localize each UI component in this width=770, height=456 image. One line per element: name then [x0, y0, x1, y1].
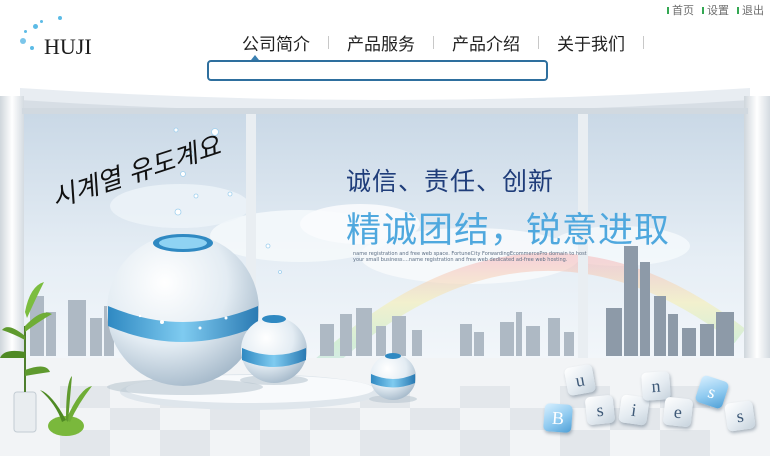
letter-cube: u [563, 363, 597, 397]
top-links: 首页 设置 退出 [667, 2, 764, 18]
logout-link-label: 退出 [742, 4, 764, 17]
slogan-primary: 诚信、责任、创新 [346, 167, 555, 196]
nav-divider [538, 36, 539, 49]
slogan-secondary: 精诚团结，锐意进取 [346, 211, 671, 251]
nav-item-products[interactable]: 产品介绍 [440, 30, 532, 55]
search-input[interactable] [207, 60, 548, 81]
letter-cube: s [724, 400, 756, 432]
nav-item-services[interactable]: 产品服务 [335, 30, 427, 55]
link-dot-icon [702, 6, 704, 14]
letter-cube: B [543, 403, 573, 433]
hero-description: name registration and free web space. Fo… [353, 251, 587, 263]
nav-divider [433, 36, 434, 49]
letter-cube: n [641, 371, 671, 401]
nav-divider [643, 36, 644, 49]
settings-link-label: 设置 [707, 4, 729, 17]
logo[interactable]: HUJI [44, 34, 92, 60]
settings-link[interactable]: 设置 [702, 2, 729, 18]
home-link-label: 首页 [672, 4, 694, 17]
nav-item-about[interactable]: 关于我们 [545, 30, 637, 55]
nav-divider [328, 36, 329, 49]
link-dot-icon [667, 6, 669, 14]
main-nav: 公司简介 产品服务 产品介绍 关于我们 [230, 30, 650, 55]
letter-cube: e [662, 396, 694, 428]
hero-illustration [0, 86, 770, 456]
letter-cube: s [584, 394, 616, 426]
home-link[interactable]: 首页 [667, 2, 694, 18]
nav-item-company[interactable]: 公司简介 [230, 30, 322, 55]
link-dot-icon [737, 6, 739, 14]
hero-banner [0, 86, 770, 456]
logout-link[interactable]: 退出 [737, 2, 764, 18]
